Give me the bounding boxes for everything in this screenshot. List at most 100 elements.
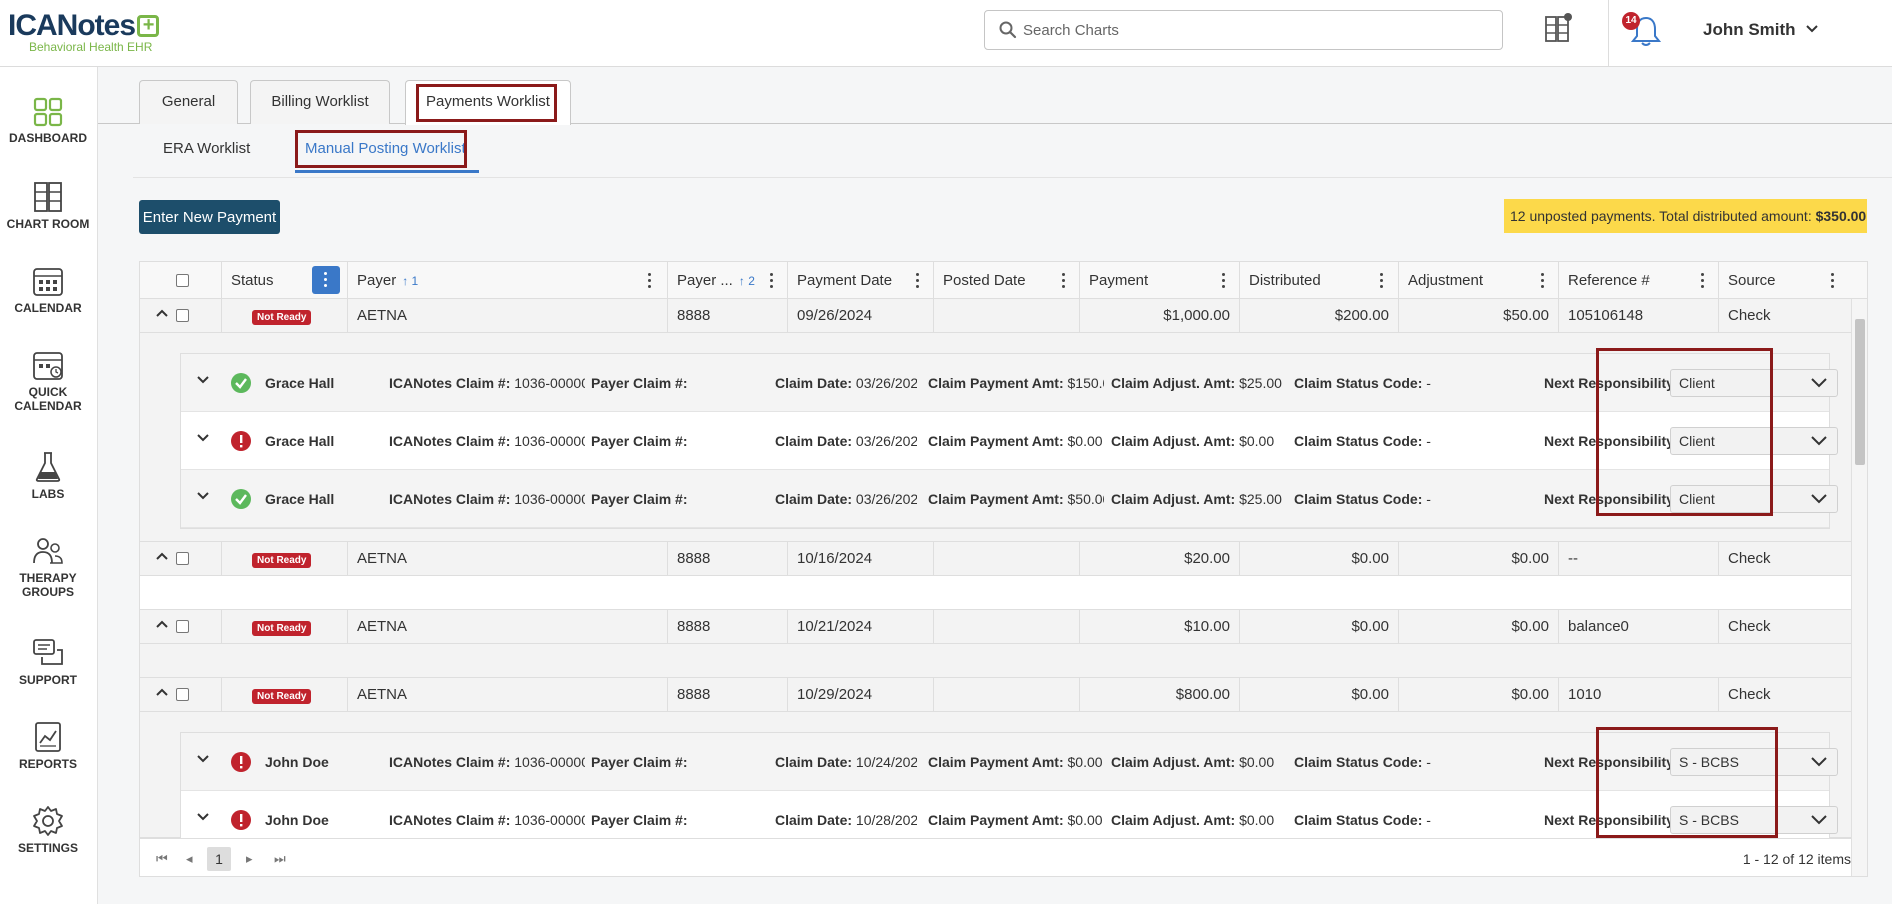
chevron-down-icon[interactable]: [197, 492, 209, 500]
value: -: [1426, 812, 1431, 828]
reference-cell: 105106148: [1558, 299, 1718, 333]
tab-billing-worklist[interactable]: Billing Worklist: [250, 80, 390, 124]
kebab-icon[interactable]: [1062, 273, 1066, 289]
column-header-adjustment[interactable]: Adjustment: [1398, 262, 1558, 299]
column-header-payment[interactable]: Payment: [1079, 262, 1239, 299]
sidebar-item-labs[interactable]: LABS: [0, 451, 96, 501]
prev-page-icon[interactable]: ◂: [186, 851, 193, 867]
select-all-checkbox[interactable]: [176, 274, 189, 287]
chevron-down-icon[interactable]: [197, 434, 209, 442]
claim-row[interactable]: Grace Hall ICANotes Claim #: 1036-00000 …: [181, 470, 1838, 528]
chevron-up-icon[interactable]: [156, 620, 168, 628]
highlight-box-next-responsibility: [1596, 348, 1773, 516]
claim-row[interactable]: Grace Hall ICANotes Claim #: 1036-00000 …: [181, 354, 1838, 412]
column-header-posted-date[interactable]: Posted Date: [933, 262, 1079, 299]
value: 10/28/202: [855, 812, 917, 828]
claims-subtable: Grace Hall ICANotes Claim #: 1036-00000 …: [180, 353, 1838, 529]
chart-cabinet-icon[interactable]: [1544, 13, 1572, 47]
enter-new-payment-button[interactable]: Enter New Payment: [139, 200, 280, 234]
chevron-down-icon: [1811, 436, 1827, 446]
claim-status: Claim Status Code: -: [1294, 412, 1470, 470]
sidebar-item-chart-room[interactable]: CHART ROOM: [0, 181, 96, 231]
page-current[interactable]: 1: [207, 847, 231, 871]
tab-general[interactable]: General: [139, 80, 238, 124]
row-checkbox[interactable]: [176, 309, 189, 322]
claim-date: Claim Date: 03/26/202: [775, 354, 917, 412]
column-header-distributed[interactable]: Distributed: [1239, 262, 1398, 299]
chevron-up-icon[interactable]: [156, 552, 168, 560]
chevron-down-icon[interactable]: [197, 755, 209, 763]
kebab-icon[interactable]: [1701, 273, 1705, 289]
search-input[interactable]: [1023, 17, 1483, 43]
claim-row[interactable]: Grace Hall ICANotes Claim #: 1036-00000 …: [181, 412, 1838, 470]
ica-claim: ICANotes Claim #: 1036-00000: [389, 412, 585, 470]
search-box[interactable]: [984, 10, 1503, 50]
sidebar-item-reports[interactable]: REPORTS: [0, 721, 96, 771]
row-checkbox[interactable]: [176, 620, 189, 633]
table-row[interactable]: Not Ready AETNA 8888 10/29/2024 $800.00 …: [140, 678, 1851, 712]
column-header-payment-date[interactable]: Payment Date: [787, 262, 933, 299]
grid-scrollbar[interactable]: [1851, 299, 1867, 876]
chevron-down-icon[interactable]: [197, 813, 209, 821]
sidebar-item-label: CALENDAR: [14, 399, 82, 413]
payment-date-cell: 09/26/2024: [787, 299, 933, 333]
chevron-down-icon: [1811, 757, 1827, 767]
sidebar-item-quick-calendar[interactable]: QUICK CALENDAR: [0, 349, 96, 413]
label: Claim Date:: [775, 375, 853, 391]
payment-date-cell: 10/21/2024: [787, 610, 933, 644]
value: $0.00: [1239, 433, 1275, 449]
first-page-icon[interactable]: ⏮: [156, 851, 168, 867]
status-badge: Not Ready: [252, 689, 312, 704]
sidebar-item-calendar[interactable]: CALENDAR: [0, 265, 96, 315]
sidebar-item-support[interactable]: SUPPORT: [0, 637, 96, 687]
kebab-icon[interactable]: [1831, 273, 1835, 289]
table-row[interactable]: Not Ready AETNA 8888 10/16/2024 $20.00 $…: [140, 542, 1851, 576]
column-header-payer-id[interactable]: Payer ... ↑ 2: [667, 262, 787, 299]
chevron-down-icon: [1806, 25, 1819, 33]
kebab-icon[interactable]: [1222, 273, 1226, 289]
app-logo[interactable]: ICANotes + Behavioral Health EHR: [8, 10, 160, 54]
kebab-icon[interactable]: [770, 273, 774, 289]
reference-cell: --: [1558, 542, 1718, 576]
error-circle-icon: [231, 431, 251, 451]
next-page-icon[interactable]: ▸: [246, 851, 253, 867]
sidebar-item-label: CHART ROOM: [6, 217, 90, 231]
claim-status: Claim Status Code: -: [1294, 354, 1470, 412]
kebab-icon[interactable]: [1541, 273, 1545, 289]
sidebar-item-settings[interactable]: SETTINGS: [0, 805, 96, 855]
payment-cell: $10.00: [1079, 610, 1239, 644]
row-checkbox[interactable]: [176, 688, 189, 701]
payer-id-cell: 8888: [667, 678, 787, 712]
top-bar: ICANotes+ Behavioral Health EHR 14 John …: [0, 0, 1892, 67]
sidebar-item-dashboard[interactable]: DASHBOARD: [0, 97, 96, 145]
user-menu[interactable]: John Smith: [1703, 20, 1819, 40]
claim-row[interactable]: John Doe ICANotes Claim #: 1036-00000 Pa…: [181, 733, 1838, 791]
kebab-icon[interactable]: [916, 273, 920, 289]
label: Payer Claim #:: [591, 754, 688, 770]
logo-subtitle: Behavioral Health EHR: [29, 40, 153, 54]
kebab-icon[interactable]: [648, 273, 652, 289]
client-name: Grace Hall: [265, 375, 335, 391]
last-page-icon[interactable]: ⏭: [274, 851, 286, 867]
label: Claim Payment Amt:: [928, 433, 1064, 449]
row-checkbox[interactable]: [176, 552, 189, 565]
payment-date-cell: 10/16/2024: [787, 542, 933, 576]
column-header-payer[interactable]: Payer ↑ 1: [347, 262, 667, 299]
scrollbar-thumb[interactable]: [1855, 319, 1865, 465]
label: Claim Status Code:: [1294, 433, 1423, 449]
payer-cell: AETNA: [347, 299, 667, 333]
table-row[interactable]: Not Ready AETNA 8888 10/21/2024 $10.00 $…: [140, 610, 1851, 644]
column-header-reference[interactable]: Reference #: [1558, 262, 1718, 299]
column-header-source[interactable]: Source: [1718, 262, 1867, 299]
distributed-cell: $0.00: [1239, 542, 1398, 576]
kebab-icon[interactable]: [1380, 273, 1384, 289]
sidebar-item-therapy-groups[interactable]: THERAPY GROUPS: [0, 535, 96, 599]
subtab-era-worklist[interactable]: ERA Worklist: [163, 140, 250, 157]
column-menu-button-status[interactable]: [312, 266, 340, 294]
claim-date: Claim Date: 03/26/202: [775, 470, 917, 528]
table-row[interactable]: Not Ready AETNA 8888 09/26/2024 $1,000.0…: [140, 299, 1851, 333]
chevron-up-icon[interactable]: [156, 688, 168, 696]
sidebar-item-label: CALENDAR: [14, 301, 82, 315]
chevron-up-icon[interactable]: [156, 309, 168, 317]
chevron-down-icon[interactable]: [197, 376, 209, 384]
